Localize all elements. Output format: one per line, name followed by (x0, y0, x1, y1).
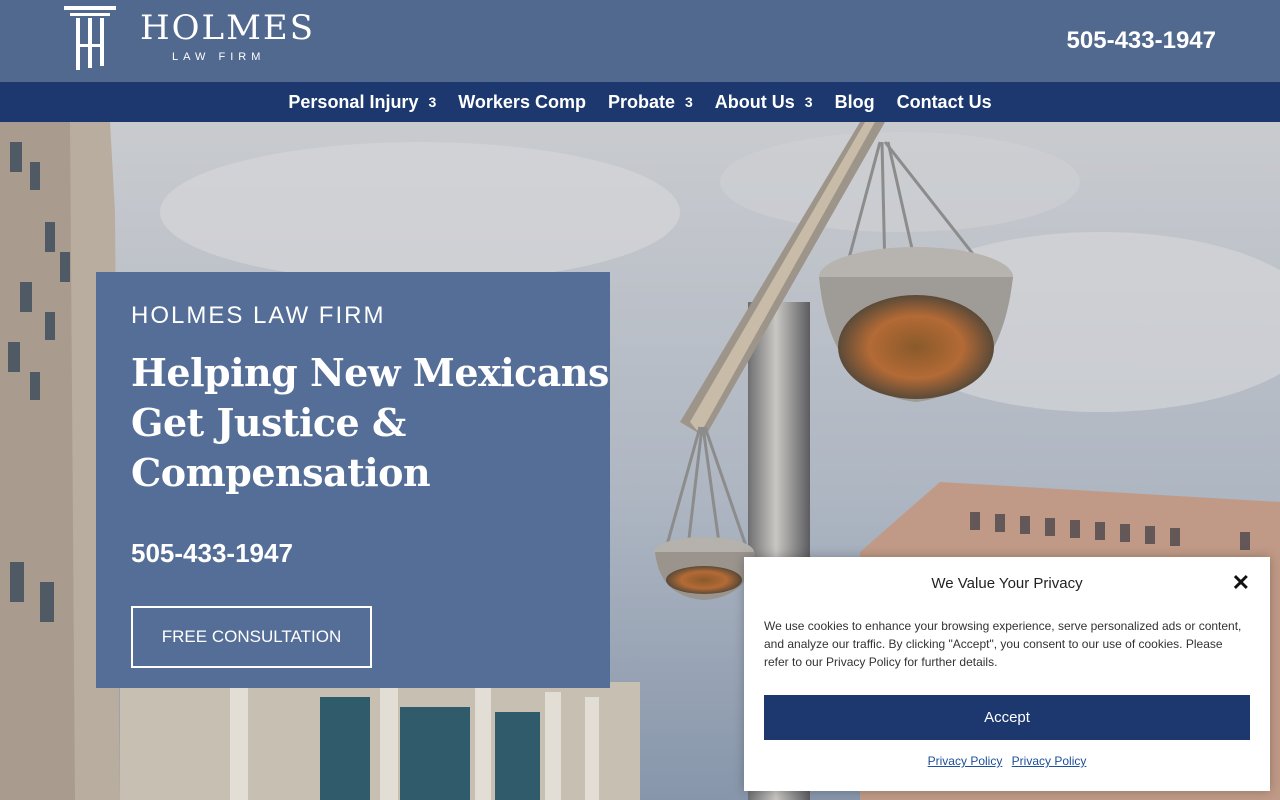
nav-item-label: Workers Comp (458, 91, 586, 112)
headline-line: Get Justice & (131, 400, 406, 445)
nav-item-personal-injury[interactable]: Personal Injury 3 (288, 92, 436, 113)
nav-item-label: About Us (714, 91, 795, 112)
nav-item-about-us[interactable]: About Us 3 (715, 92, 813, 113)
chevron-down-icon: 3 (428, 94, 437, 110)
cookie-title: We Value Your Privacy (931, 575, 1083, 592)
privacy-policy-link[interactable]: Privacy Policy (928, 754, 1003, 768)
nav-item-blog[interactable]: Blog (835, 92, 875, 113)
cookie-text: We use cookies to enhance your browsing … (764, 619, 1242, 669)
headline-line: Helping New Mexicans (131, 350, 609, 395)
free-consultation-button[interactable]: FREE CONSULTATION (131, 606, 372, 668)
header-phone-link[interactable]: 505-433-1947 (1067, 27, 1216, 55)
main-nav: Personal Injury 3 Workers Comp Probate 3… (0, 82, 1280, 122)
nav-item-label: Probate (607, 91, 675, 112)
nav-item-label: Personal Injury (288, 91, 419, 112)
cookie-consent-dialog: We Value Your Privacy ✕ We use cookies t… (744, 557, 1270, 791)
nav-item-workers-comp[interactable]: Workers Comp (458, 92, 586, 113)
nav-item-label: Blog (834, 91, 875, 112)
site-header: HOLMES LAW FIRM 505-433-1947 (0, 0, 1280, 82)
logo[interactable]: HOLMES LAW FIRM (62, 4, 322, 74)
hero-phone-link[interactable]: 505-433-1947 (131, 538, 293, 569)
close-icon[interactable]: ✕ (1232, 571, 1250, 595)
privacy-policy-link[interactable]: Privacy Policy (1012, 754, 1087, 768)
nav-item-probate[interactable]: Probate 3 (608, 92, 693, 113)
logo-name: HOLMES (140, 8, 316, 48)
headline-line: Compensation (131, 450, 431, 495)
hero-headline: Helping New Mexicans Get Justice & Compe… (131, 348, 609, 498)
logo-subtitle: LAW FIRM (172, 51, 266, 63)
chevron-down-icon: 3 (804, 94, 813, 110)
pillar-logo-icon (64, 6, 116, 70)
hero-eyebrow: HOLMES LAW FIRM (131, 302, 386, 329)
nav-item-contact-us[interactable]: Contact Us (897, 92, 992, 113)
accept-button[interactable]: Accept (764, 695, 1250, 740)
cookie-links: Privacy Policy Privacy Policy (744, 754, 1270, 768)
chevron-down-icon: 3 (684, 94, 693, 110)
nav-item-label: Contact Us (896, 91, 992, 112)
hero-card: HOLMES LAW FIRM Helping New Mexicans Get… (96, 272, 610, 688)
